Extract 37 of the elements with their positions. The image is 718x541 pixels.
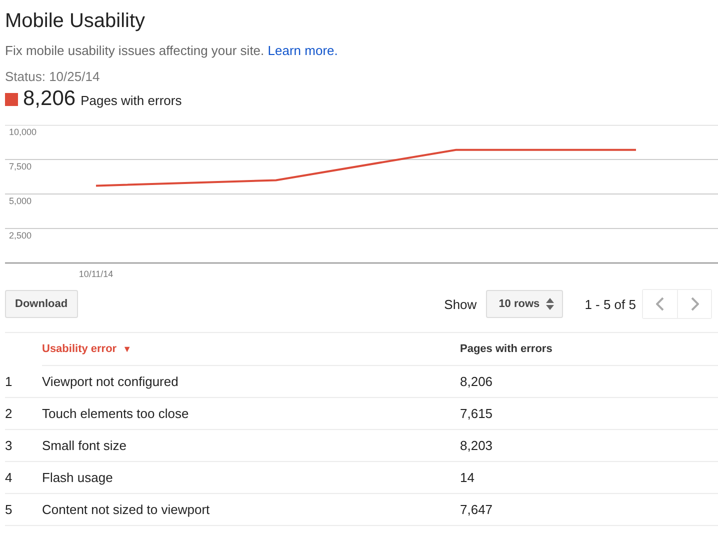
x-axis-label: 10/11/14 bbox=[78, 269, 114, 279]
y-tick-label: 7,500 bbox=[9, 162, 32, 172]
error-name: Small font size bbox=[42, 438, 127, 453]
page-range: 1 - 5 of 5 bbox=[584, 296, 636, 312]
page-count: 8,206 bbox=[460, 374, 493, 389]
row-number: 3 bbox=[5, 438, 12, 453]
error-name: Content not sized to viewport bbox=[42, 502, 210, 517]
chevron-right-icon bbox=[690, 297, 698, 311]
description: Fix mobile usability issues affecting your site. Learn more. bbox=[5, 43, 339, 58]
sort-icon: ▼ bbox=[122, 344, 132, 354]
y-tick-label: 10,000 bbox=[9, 127, 37, 137]
next-page-button[interactable] bbox=[677, 290, 711, 318]
page-count: 7,647 bbox=[460, 502, 493, 517]
download-button[interactable]: Download bbox=[5, 290, 78, 318]
error-name: Viewport not configured bbox=[42, 374, 178, 389]
error-name: Touch elements too close bbox=[42, 406, 189, 421]
status-text: Status: 10/25/14 bbox=[5, 69, 101, 84]
row-number: 2 bbox=[5, 406, 12, 421]
y-tick-label: 2,500 bbox=[9, 230, 32, 240]
row-number: 1 bbox=[5, 374, 12, 389]
show-label: Show bbox=[444, 296, 477, 312]
page-title: Mobile Usability bbox=[5, 10, 146, 33]
page-count: 14 bbox=[460, 470, 474, 485]
column-header[interactable]: Usability error ▼ bbox=[42, 332, 460, 366]
error-name: Flash usage bbox=[42, 470, 113, 485]
updown-icon bbox=[546, 298, 554, 310]
error-count: 8,206 bbox=[23, 87, 76, 111]
chevron-left-icon bbox=[656, 297, 664, 311]
page-count: 7,615 bbox=[460, 406, 493, 421]
row-number: 4 bbox=[5, 470, 12, 485]
y-tick-label: 5,000 bbox=[9, 196, 32, 206]
learn-more-link[interactable]: Learn more. bbox=[268, 43, 338, 58]
rows-select[interactable]: 10 rows bbox=[486, 290, 563, 318]
row-number: 5 bbox=[5, 502, 12, 517]
page-count: 8,203 bbox=[460, 438, 493, 453]
column-header[interactable]: Pages with errors bbox=[460, 332, 718, 366]
error-count-label: Pages with errors bbox=[80, 93, 182, 108]
